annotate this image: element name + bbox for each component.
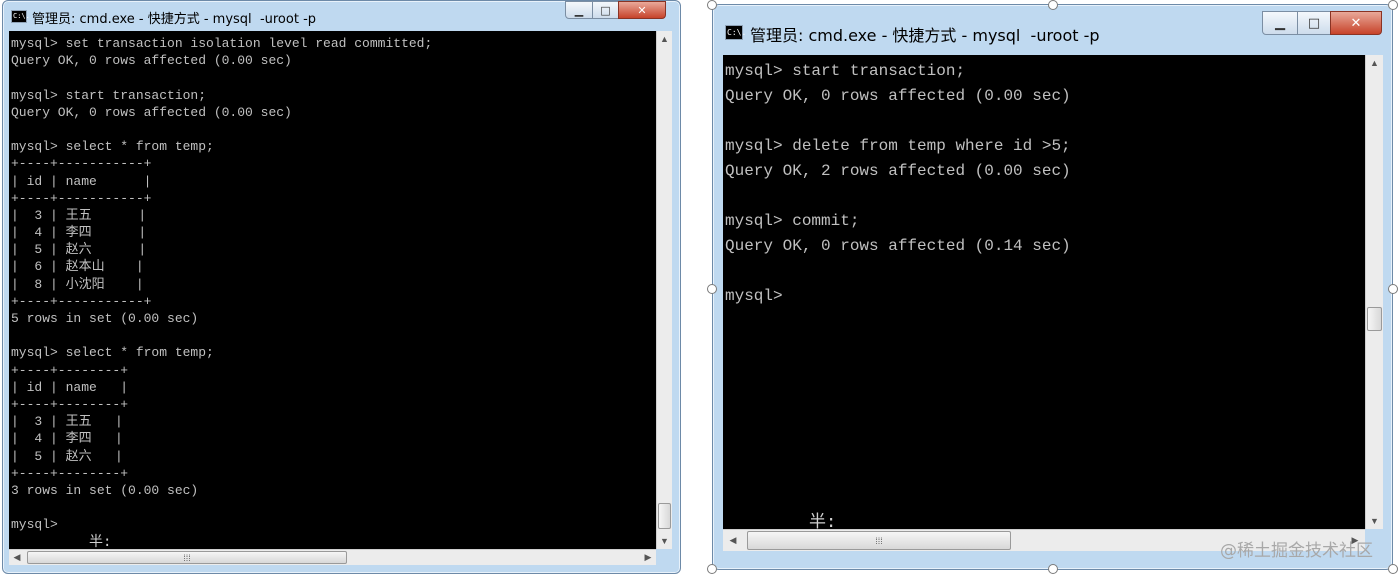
right-console-window: C:\. 管理员: cmd.exe - 快捷方式 - mysql -uroot … [712,4,1393,570]
right-console-lines: mysql> start transaction; Query OK, 0 row… [725,59,1071,309]
scroll-up-arrow-icon[interactable]: ▲ [1366,55,1383,71]
minimize-icon: ▁ [574,3,584,17]
right-vertical-scroll-thumb[interactable] [1367,307,1382,331]
console-line: Query OK, 0 rows affected (0.00 sec) [11,104,292,120]
selection-handle[interactable] [1388,564,1398,574]
left-console-output[interactable]: mysql> set transaction isolation level r… [9,31,656,549]
right-ime-indicator: 半: [809,512,837,529]
console-line: mysql> [725,287,783,305]
selection-handle[interactable] [707,0,717,10]
scroll-left-arrow-icon[interactable]: ◀ [723,530,743,551]
console-line: Query OK, 2 rows affected (0.00 sec) [725,162,1071,180]
console-line: Query OK, 0 rows affected (0.14 sec) [725,237,1071,255]
console-line: mysql> start transaction; [11,87,207,103]
cmd-app-icon[interactable]: C:\. [725,25,746,40]
console-line: | 4 | 李四 | [11,225,147,241]
left-vertical-scrollbar[interactable]: ▲ ▼ [656,31,672,549]
left-close-button[interactable]: ✕ [618,1,666,19]
console-line: mysql> select * from temp; [11,345,214,361]
left-console-lines: mysql> set transaction isolation level r… [11,35,432,533]
left-window-title: 管理员: cmd.exe - 快捷方式 - mysql -uroot -p [32,12,317,27]
close-icon: ✕ [637,3,647,17]
left-minimize-button[interactable]: ▁ [565,1,593,19]
console-line: | 8 | 小沈阳 | [11,276,144,292]
right-title-bar[interactable]: C:\. 管理员: cmd.exe - 快捷方式 - mysql -uroot … [713,5,1392,55]
selection-handle[interactable] [1048,564,1058,574]
console-line: | 3 | 王五 | [11,207,147,223]
close-icon: ✕ [1350,15,1362,31]
right-horizontal-scroll-thumb[interactable]: ⁞⁞⁞ [747,531,1011,550]
right-vertical-scrollbar[interactable]: ▲ ▼ [1365,55,1383,529]
left-horizontal-scroll-thumb[interactable]: ⁞⁞⁞ [27,551,347,564]
scroll-down-arrow-icon[interactable]: ▼ [1366,513,1383,529]
right-console-output[interactable]: mysql> start transaction; Query OK, 0 row… [723,55,1365,529]
right-maximize-button[interactable]: □ [1297,11,1331,35]
console-line: mysql> set transaction isolation level r… [11,36,433,51]
selection-handle[interactable] [1388,284,1398,294]
console-line: +----+-----------+ [11,293,152,309]
scroll-up-arrow-icon[interactable]: ▲ [657,31,672,47]
console-line: | 4 | 李四 | [11,431,123,447]
console-line: | 6 | 赵本山 | [11,259,144,275]
left-maximize-button[interactable]: □ [592,1,619,19]
selection-handle[interactable] [1048,0,1058,10]
console-line: mysql> [11,517,58,533]
maximize-icon: □ [1307,15,1321,31]
console-line: +----+--------+ [11,465,129,481]
left-console-window: C:\. 管理员: cmd.exe - 快捷方式 - mysql -uroot … [2,0,681,574]
right-window-title: 管理员: cmd.exe - 快捷方式 - mysql -uroot -p [750,26,1100,45]
console-line: +----+-----------+ [11,156,152,172]
left-horizontal-scrollbar[interactable]: ◀ ⁞⁞⁞ ▶ [9,549,656,565]
console-line: +----+-----------+ [11,190,152,206]
console-line: | id | name | [11,379,129,395]
watermark: @稀土掘金技术社区 [1220,541,1373,561]
console-line: mysql> commit; [725,212,860,230]
scroll-down-arrow-icon[interactable]: ▼ [657,533,672,549]
right-minimize-button[interactable]: ▁ [1262,11,1298,35]
console-line: mysql> start transaction; [725,62,966,80]
console-line: 3 rows in set (0.00 sec) [11,482,199,498]
console-line: +----+--------+ [11,396,129,412]
console-line: | 5 | 赵六 | [11,242,147,258]
selection-handle[interactable] [707,284,717,294]
console-line: +----+--------+ [11,362,129,378]
scroll-right-arrow-icon[interactable]: ▶ [640,550,656,565]
minimize-icon: ▁ [1275,15,1285,31]
console-line: 5 rows in set (0.00 sec) [11,311,199,326]
left-vertical-scroll-thumb[interactable] [658,503,671,529]
console-line: mysql> select * from temp; [11,139,214,155]
selection-handle[interactable] [1388,0,1398,10]
console-line: | 5 | 赵六 | [11,448,123,464]
scroll-left-arrow-icon[interactable]: ◀ [9,550,25,565]
console-line: | 3 | 王五 | [11,414,123,430]
maximize-icon: □ [600,3,611,17]
console-line: | id | name | [11,173,152,189]
console-line: mysql> delete from temp where id >5; [725,137,1071,155]
selection-handle[interactable] [707,564,717,574]
cmd-app-icon[interactable]: C:\. [11,10,30,23]
console-line: Query OK, 0 rows affected (0.00 sec) [11,53,292,69]
left-ime-indicator: 半: [89,534,112,549]
left-title-bar[interactable]: C:\. 管理员: cmd.exe - 快捷方式 - mysql -uroot … [3,1,680,31]
right-close-button[interactable]: ✕ [1330,11,1382,35]
console-line: Query OK, 0 rows affected (0.00 sec) [725,87,1071,105]
